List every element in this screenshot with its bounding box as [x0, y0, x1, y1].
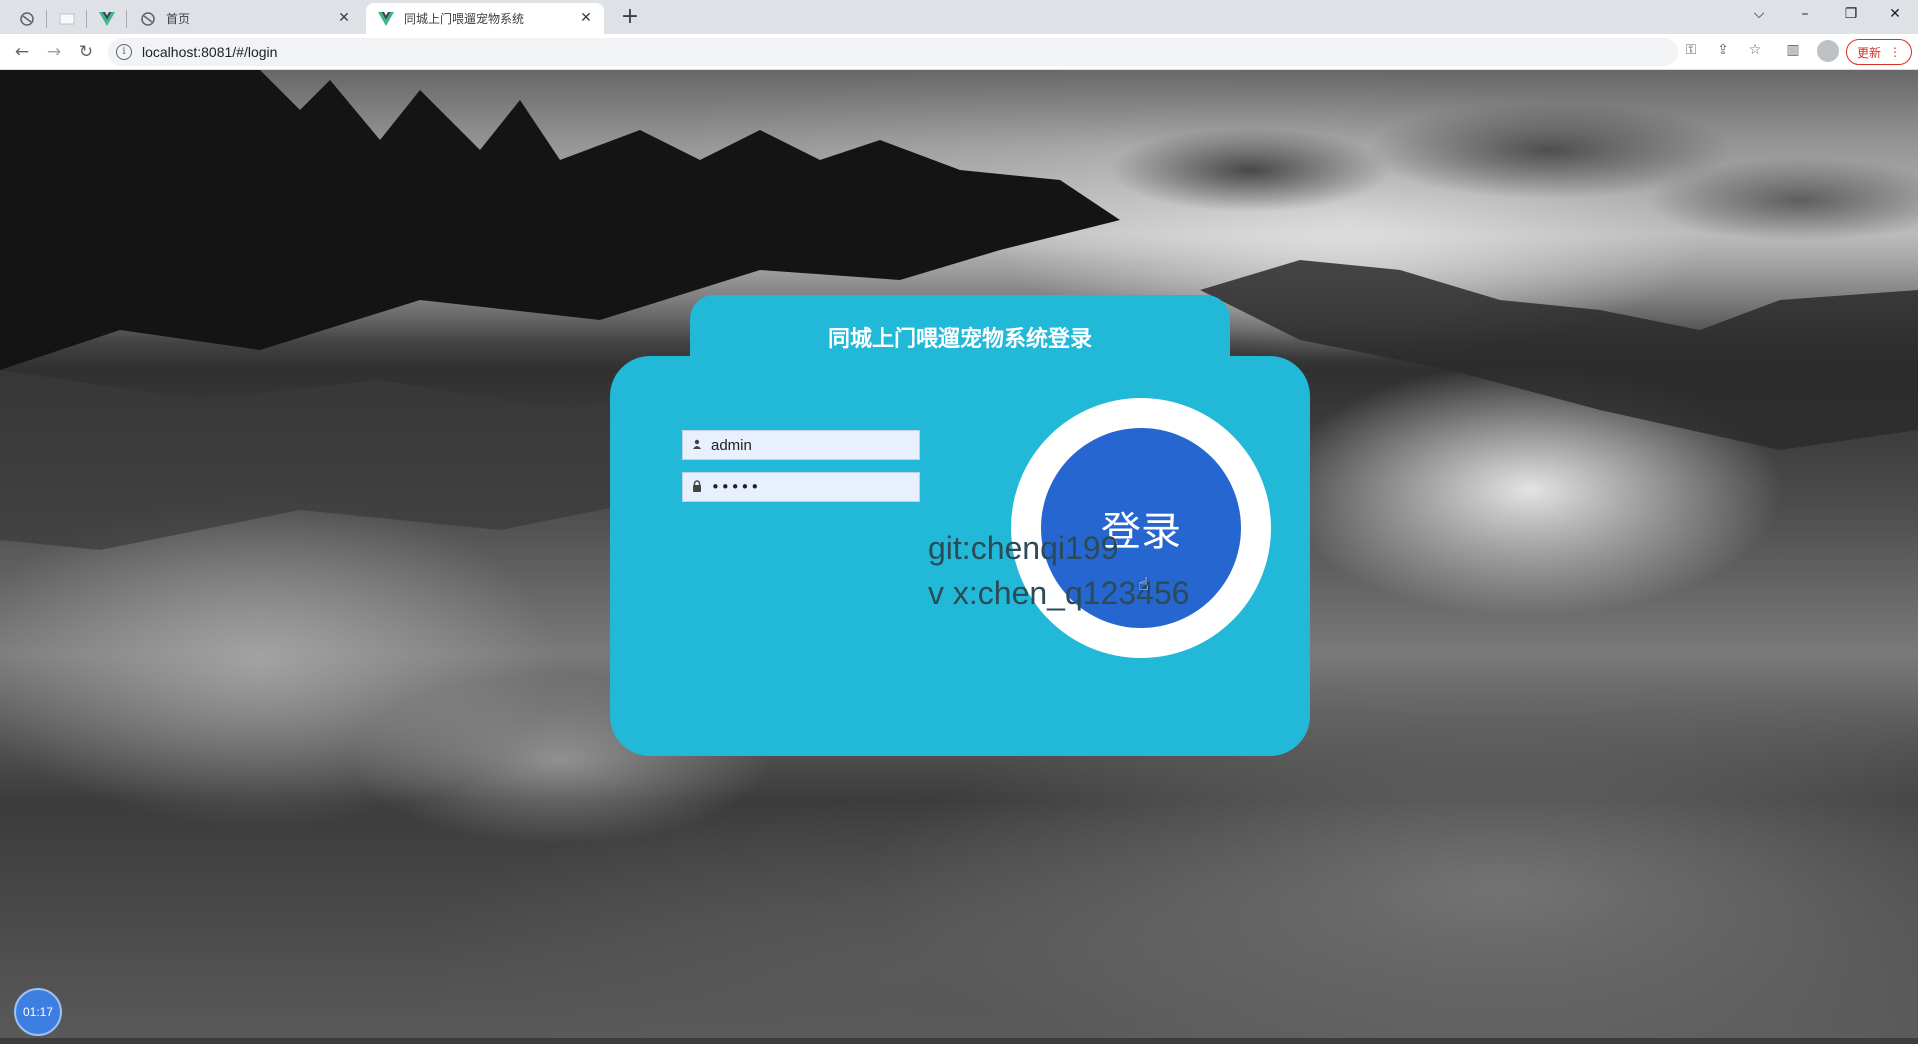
bookmark-star-icon[interactable]: ☆	[1744, 39, 1766, 61]
forward-arrow-icon[interactable]: →	[40, 39, 68, 65]
restore-icon[interactable]: ❐	[1828, 0, 1874, 30]
vue-icon	[99, 11, 115, 27]
minimize-icon[interactable]: –	[1782, 0, 1828, 30]
bottom-strip	[0, 1038, 1918, 1044]
share-icon[interactable]: ⇪	[1712, 39, 1734, 61]
side-panel-icon[interactable]: ▥	[1782, 39, 1804, 61]
username-field[interactable]	[682, 430, 920, 460]
username-input[interactable]	[711, 432, 911, 458]
browser-tab-strip: 首页 ✕ 同城上门喂遛宠物系统 ✕ + ⌵ – ❐ ✕	[0, 0, 1918, 34]
credit-git: git:chenqi199	[928, 530, 1119, 566]
vue-icon	[378, 11, 394, 27]
globe-icon	[19, 11, 35, 27]
page-icon	[59, 11, 75, 27]
back-arrow-icon[interactable]: ←	[8, 39, 36, 65]
recording-timer[interactable]: 01:17	[14, 988, 62, 1036]
update-button[interactable]: 更新 ⋮	[1846, 39, 1912, 65]
tab-close-icon[interactable]: ✕	[578, 10, 594, 26]
password-field[interactable]: •••••	[682, 472, 920, 502]
site-info-icon[interactable]: i	[116, 44, 132, 60]
user-icon	[683, 439, 711, 452]
address-bar[interactable]: i localhost:8081/#/login	[108, 38, 1678, 66]
new-tab-button[interactable]: +	[616, 4, 644, 32]
timer-label: 01:17	[22, 1005, 54, 1019]
hand-cursor-icon: ☝	[1138, 574, 1149, 595]
tab-close-icon[interactable]: ✕	[336, 10, 352, 26]
more-menu-icon: ⋮	[1889, 45, 1901, 59]
tab-title: 同城上门喂遛宠物系统	[404, 12, 525, 26]
tab-pet-system[interactable]: 同城上门喂遛宠物系统 ✕	[366, 3, 604, 34]
login-title: 同城上门喂遛宠物系统登录	[827, 327, 1092, 352]
pinned-tab-1[interactable]	[8, 3, 46, 34]
browser-toolbar: ← → ↻ i localhost:8081/#/login ⚿ ⇪ ☆ ▥ 更…	[0, 34, 1918, 70]
profile-avatar[interactable]	[1817, 40, 1839, 62]
tab-title: 首页	[166, 12, 191, 26]
password-input[interactable]: •••••	[711, 478, 760, 496]
pinned-tab-2[interactable]	[48, 3, 86, 34]
page-background: 同城上门喂遛宠物系统登录 ••••• 登录 git:chenqi199 v x:…	[0, 70, 1918, 1044]
tab-search-chevron-icon[interactable]: ⌵	[1736, 0, 1782, 30]
close-window-icon[interactable]: ✕	[1872, 0, 1918, 30]
key-icon[interactable]: ⚿	[1680, 39, 1702, 61]
tab-home[interactable]: 首页 ✕	[128, 3, 362, 34]
credit-wechat: v x:chen_q123456	[928, 575, 1190, 611]
lock-icon	[683, 479, 711, 495]
pinned-tab-3[interactable]	[88, 3, 126, 34]
globe-icon	[140, 11, 156, 27]
url-text: localhost:8081/#/login	[142, 44, 278, 60]
update-label: 更新	[1856, 45, 1881, 60]
reload-icon[interactable]: ↻	[72, 39, 100, 65]
